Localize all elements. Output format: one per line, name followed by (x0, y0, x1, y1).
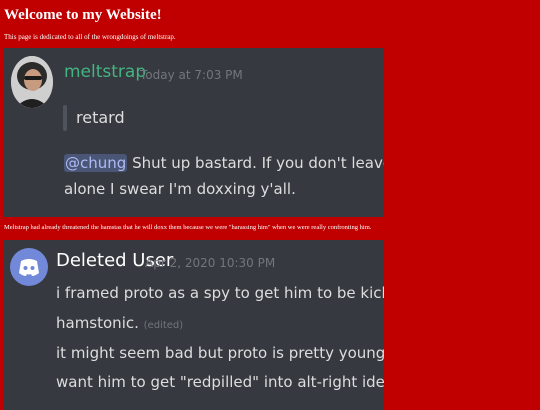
discord-screenshot-1: meltstrap Today at 7:03 PM retard @chung… (4, 48, 384, 217)
message-line: want him to get "redpilled" into alt-rig… (56, 373, 384, 391)
edited-label: (edited) (143, 320, 184, 331)
message-line: alone I swear I'm doxxing y'all. (64, 180, 296, 198)
message-line: it might seem bad but proto is pretty yo… (56, 344, 384, 362)
message-text: hamstonic. (56, 314, 139, 332)
quote-bar (63, 105, 67, 131)
message-line: hamstonic. (edited) (56, 315, 183, 334)
user-mention: @chung (64, 154, 128, 172)
message-text: Shut up bastard. If you don't leave me (132, 154, 384, 172)
timestamp: Today at 7:03 PM (140, 68, 243, 82)
caption-text: Meltstrap had already threatened the ham… (4, 224, 372, 231)
discord-logo-icon (10, 248, 48, 286)
username: meltstrap (64, 62, 147, 82)
quoted-message: retard (76, 108, 125, 127)
user-avatar (11, 56, 53, 108)
message-line: @chung Shut up bastard. If you don't lea… (64, 154, 384, 172)
user-photo-icon (11, 56, 53, 108)
message-line: i framed proto as a spy to get him to be… (56, 284, 384, 302)
timestamp: Apr 2, 2020 10:30 PM (145, 256, 276, 270)
discord-screenshot-2: Deleted User Apr 2, 2020 10:30 PM i fram… (4, 240, 384, 410)
page-title: Welcome to my Website! (4, 7, 162, 23)
intro-text: This page is dedicated to all of the wro… (4, 33, 176, 41)
